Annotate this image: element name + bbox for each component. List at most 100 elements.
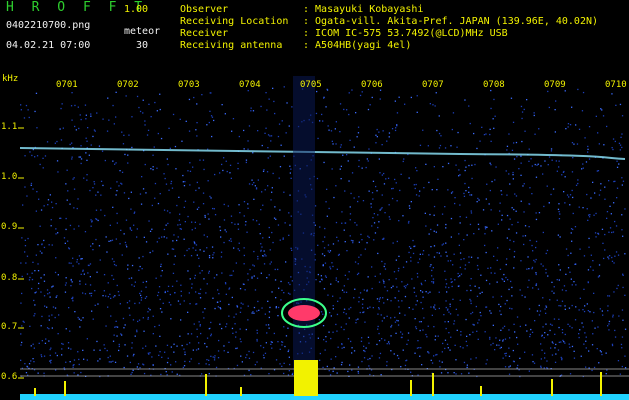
noise-dot <box>339 146 342 148</box>
noise-dot <box>463 361 466 364</box>
noise-dot <box>402 349 404 351</box>
noise-dot <box>281 289 283 291</box>
noise-dot <box>158 286 161 288</box>
noise-dot <box>268 327 270 329</box>
noise-dot <box>531 268 533 270</box>
noise-dot <box>452 264 454 266</box>
noise-dot <box>281 344 283 346</box>
noise-dot <box>419 355 421 357</box>
noise-dot <box>199 288 202 290</box>
noise-dot <box>161 270 163 272</box>
noise-dot <box>531 193 533 195</box>
noise-dot <box>38 282 40 285</box>
noise-dot <box>438 115 440 117</box>
noise-dot <box>536 164 538 166</box>
noise-dot <box>618 163 620 165</box>
noise-dot <box>275 359 278 361</box>
noise-dot <box>522 235 524 237</box>
noise-dot <box>156 167 158 169</box>
noise-dot <box>553 286 555 288</box>
noise-dot <box>90 225 92 227</box>
noise-dot <box>336 330 338 332</box>
noise-dot <box>34 110 36 113</box>
noise-dot <box>450 145 452 147</box>
noise-dot <box>385 178 387 180</box>
noise-dot <box>611 260 614 262</box>
noise-dot <box>219 300 221 302</box>
noise-dot <box>379 273 381 275</box>
noise-dot <box>531 165 533 167</box>
noise-dot <box>102 118 104 120</box>
counter-bar <box>410 380 412 396</box>
noise-dot <box>277 341 279 343</box>
noise-dot <box>24 251 26 253</box>
noise-dot <box>547 90 549 93</box>
noise-dot <box>58 314 60 316</box>
noise-dot <box>353 297 355 299</box>
noise-dot <box>398 357 400 359</box>
noise-dot <box>387 177 390 179</box>
noise-dot <box>43 295 46 297</box>
noise-dot <box>221 272 223 274</box>
noise-dot <box>390 350 392 352</box>
noise-dot <box>552 188 555 190</box>
noise-dot <box>267 134 270 136</box>
noise-dot <box>598 264 601 266</box>
noise-dot <box>434 308 437 310</box>
noise-dot <box>142 112 144 114</box>
noise-dot <box>41 355 43 358</box>
noise-dot <box>268 274 270 276</box>
noise-dot <box>415 194 418 196</box>
noise-dot <box>148 220 150 222</box>
noise-dot <box>273 100 275 103</box>
noise-dot <box>504 303 506 305</box>
noise-dot <box>90 113 92 115</box>
noise-dot <box>117 291 120 293</box>
noise-dot <box>174 255 176 257</box>
noise-dot <box>508 355 511 357</box>
noise-dot <box>78 358 80 361</box>
noise-dot <box>599 308 601 310</box>
noise-dot <box>558 211 560 213</box>
noise-dot <box>449 305 451 308</box>
noise-dot <box>254 185 256 187</box>
noise-dot <box>392 285 394 287</box>
noise-dot <box>136 366 138 368</box>
noise-dot <box>441 213 444 215</box>
noise-dot <box>262 346 265 349</box>
noise-dot <box>237 223 239 225</box>
noise-dot <box>208 270 210 272</box>
noise-dot <box>264 132 266 134</box>
noise-dot <box>230 177 232 179</box>
noise-dot <box>531 331 534 333</box>
noise-dot <box>118 349 120 352</box>
noise-dot <box>139 110 142 113</box>
noise-dot <box>177 236 179 238</box>
noise-dot <box>332 331 334 333</box>
noise-dot <box>49 194 51 196</box>
noise-dot <box>173 234 175 236</box>
noise-dot <box>485 198 487 200</box>
noise-dot <box>468 372 470 374</box>
noise-dot <box>340 144 342 146</box>
noise-dot <box>528 148 530 150</box>
noise-dot <box>260 105 262 108</box>
noise-dot <box>323 247 326 249</box>
noise-dot <box>208 359 210 361</box>
noise-dot <box>178 219 180 221</box>
noise-dot <box>590 197 592 199</box>
noise-dot <box>195 189 197 192</box>
noise-dot <box>70 285 72 287</box>
noise-dot <box>43 274 45 276</box>
noise-dot <box>55 228 57 230</box>
noise-dot <box>49 360 51 362</box>
noise-dot <box>585 336 587 338</box>
noise-dot <box>450 236 452 238</box>
noise-dot <box>593 214 595 216</box>
noise-dot <box>28 363 31 365</box>
noise-dot <box>619 103 622 106</box>
noise-dot <box>490 89 492 92</box>
noise-dot <box>339 103 342 105</box>
noise-dot <box>554 131 556 133</box>
noise-dot <box>198 342 200 344</box>
